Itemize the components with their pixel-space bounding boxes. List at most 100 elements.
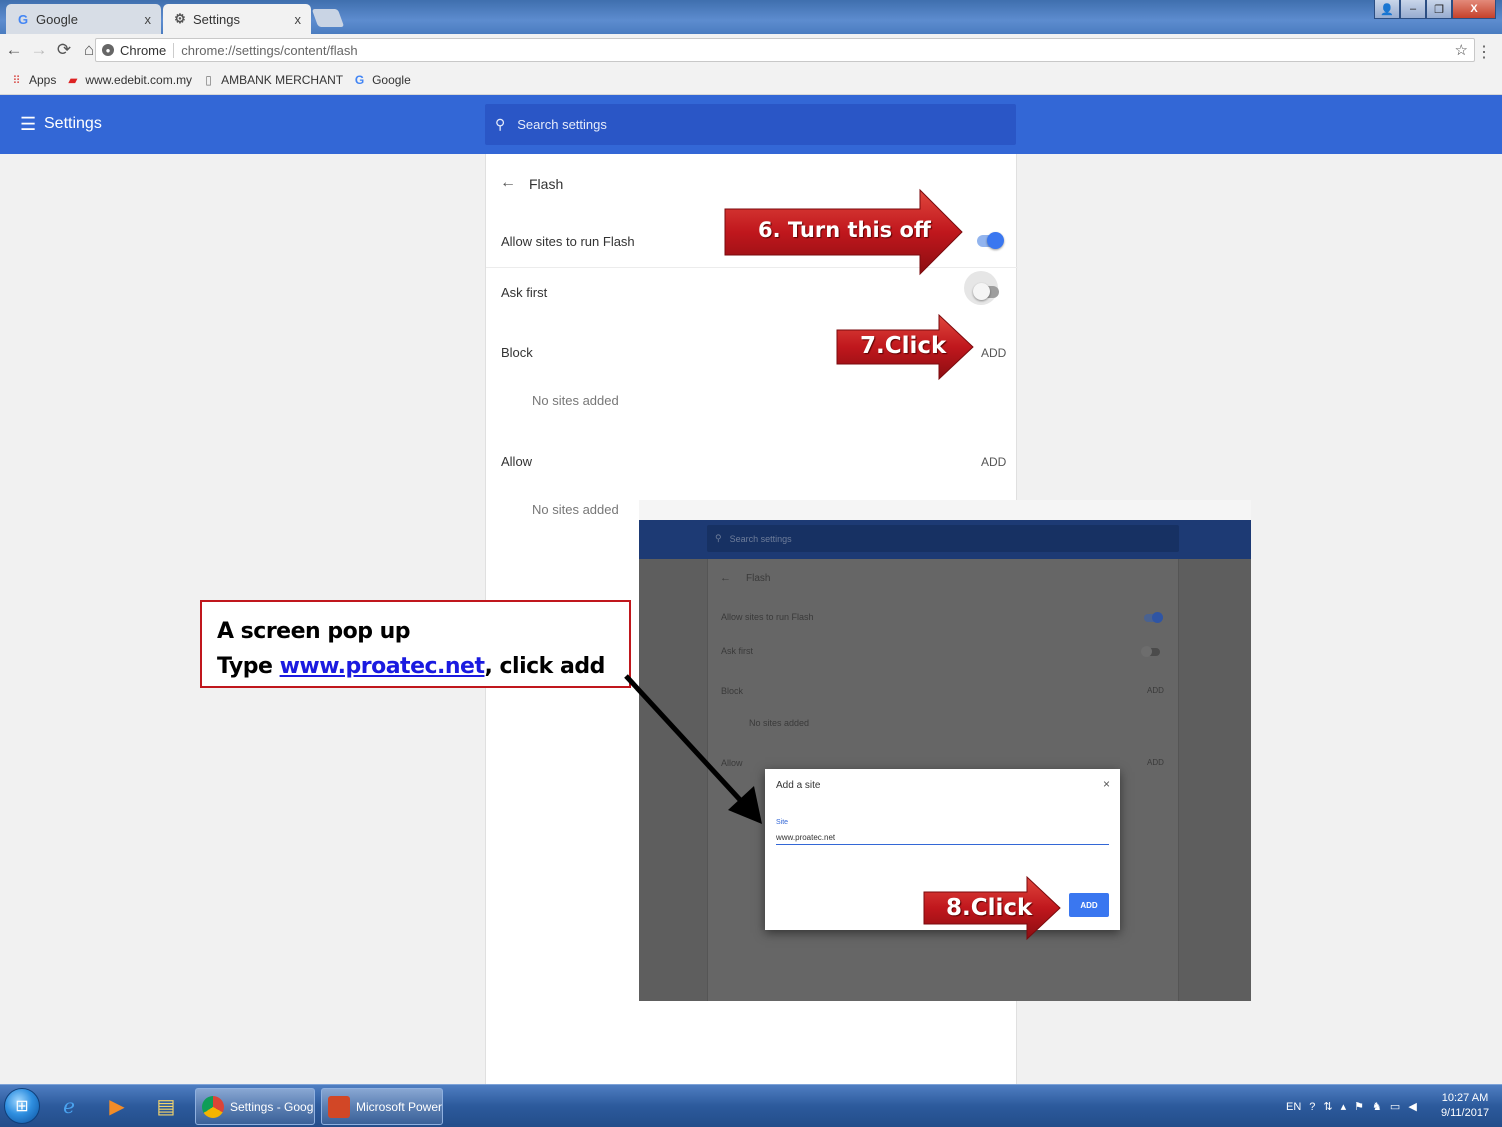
google-g-icon: G [354,73,365,87]
inset-page-title: Flash [746,573,771,584]
inset-ask-first-toggle [1141,646,1160,657]
toggle-knob [987,232,1004,249]
allow-flash-toggle[interactable] [977,232,1004,249]
allow-add-button[interactable]: ADD [981,455,1006,469]
user-icon[interactable]: 👤 [1374,0,1400,19]
back-arrow-icon: ← [720,572,731,584]
chrome-secure-icon: ● [102,44,114,56]
allow-empty-text: No sites added [532,502,619,517]
taskbar-item-powerpoint[interactable]: Microsoft PowerP... [321,1088,443,1125]
note-suffix: , click add [484,654,606,679]
forward-arrow-icon[interactable]: → [28,39,50,61]
inset-search-placeholder: Search settings [729,533,792,544]
minimize-button[interactable]: – [1400,0,1426,19]
menu-dots-icon[interactable]: ⋮ [1476,42,1492,62]
bookmark-star-icon[interactable]: ☆ [1455,41,1468,59]
taskbar-item-label: Microsoft PowerP... [356,1099,443,1114]
help-icon[interactable]: ? [1309,1101,1315,1113]
taskbar-item-label: Settings - Google ... [230,1099,314,1114]
media-player-icon[interactable]: ▶ [100,1090,134,1122]
volume-icon[interactable]: ◀ [1408,1100,1416,1113]
search-icon: ⚲ [715,533,722,543]
allow-label: Allow [501,454,533,469]
inset-allow-add: ADD [1147,758,1164,767]
window-controls: 👤 – ❐ X [1374,0,1496,20]
new-tab-button[interactable] [311,9,345,27]
block-empty-text: No sites added [532,393,619,408]
site-field-label: Site [776,819,789,826]
chrome-icon [202,1095,224,1118]
bookmarks-bar: ⠿ Apps ▰ www.edebit.com.my ▯ AMBANK MERC… [0,66,1502,95]
step8-label: 8.Click [946,895,1033,921]
apps-grid-icon: ⠿ [12,74,21,87]
search-settings-input[interactable]: ⚲ Search settings [485,104,1016,145]
window-title-bar: G Google x ⚙ Settings x 👤 – ❐ X [0,0,1502,34]
tab-google[interactable]: G Google x [6,4,161,34]
close-icon[interactable]: × [1103,777,1110,791]
instruction-note: A screen pop up Type www.proatec.net, cl… [200,600,631,688]
bookmark-google[interactable]: G Google [353,73,411,87]
inset-block-add: ADD [1147,686,1164,695]
edebit-icon: ▰ [68,73,78,87]
toggle-knob [1152,612,1163,623]
pointer-arrow [624,674,762,824]
tab-title: Google [36,11,78,27]
back-arrow-icon[interactable]: ← [3,39,25,61]
inset-allow-flash-toggle [1144,612,1163,623]
search-placeholder: Search settings [517,117,607,132]
bookmark-apps[interactable]: ⠿ Apps [10,73,56,87]
inset-ask-first-label: Ask first [721,646,754,656]
tab-title: Settings [193,11,240,27]
network-icon[interactable]: ⇅ [1323,1100,1332,1113]
address-url[interactable]: chrome://settings/content/flash [174,43,1454,58]
taskbar-clock[interactable]: 10:27 AM 9/11/2017 [1436,1091,1494,1121]
taskbar-item-chrome[interactable]: Settings - Google ... [195,1088,315,1125]
settings-title: Settings [44,115,102,132]
close-window-button[interactable]: X [1452,0,1496,19]
reload-icon[interactable]: ⟳ [53,39,75,61]
inset-settings-header: ⚲ Search settings [639,520,1251,559]
show-hidden-icons-icon[interactable]: ▴ [1341,1100,1347,1113]
ask-first-toggle[interactable] [973,283,999,300]
address-bar[interactable]: ● Chrome chrome://settings/content/flash… [95,38,1475,62]
block-label: Block [501,345,533,360]
settings-header: ☰ Settings ⚲ Search settings [0,95,1502,154]
start-button-icon[interactable]: ⊞ [4,1088,40,1124]
bookmark-label: AMBANK MERCHANT [221,73,344,87]
security-icon[interactable]: ♞ [1372,1100,1382,1113]
site-input[interactable] [776,831,1109,845]
note-link[interactable]: www.proatec.net [280,654,485,679]
search-icon: ⚲ [495,116,506,132]
back-arrow-icon[interactable]: ← [500,174,516,192]
system-tray: EN ? ⇅ ▴ ⚑ ♞ ▭ ◀ [1286,1085,1425,1127]
clock-date: 9/11/2017 [1440,1107,1490,1119]
page-icon: ▯ [205,73,212,87]
windows-taskbar: ⊞ ℯ ▶ ▤ Settings - Google ... Microsoft … [0,1084,1502,1127]
tab-settings[interactable]: ⚙ Settings x [163,4,311,34]
file-explorer-icon[interactable]: ▤ [149,1090,183,1122]
bookmark-label: www.edebit.com.my [85,73,193,87]
note-line1: A screen pop up [217,619,411,644]
note-line2: Type www.proatec.net, click add [217,649,629,684]
language-indicator[interactable]: EN [1286,1101,1301,1113]
action-center-flag-icon[interactable]: ⚑ [1354,1100,1364,1113]
dialog-title: Add a site [776,780,821,791]
tab-close-icon[interactable]: x [295,12,302,27]
clock-time: 10:27 AM [1441,1092,1489,1104]
display-icon[interactable]: ▭ [1390,1100,1400,1113]
dialog-add-button[interactable]: ADD [1069,893,1109,917]
internet-explorer-icon[interactable]: ℯ [52,1090,86,1122]
bookmark-edebit[interactable]: ▰ www.edebit.com.my [66,73,192,87]
inset-search-input: ⚲ Search settings [707,525,1179,552]
address-chip: Chrome [120,42,175,58]
hamburger-menu-icon[interactable]: ☰ [20,114,36,135]
step6-label: 6. Turn this off [758,218,931,242]
bookmark-label: Apps [29,73,57,87]
bookmark-ambank[interactable]: ▯ AMBANK MERCHANT [202,73,343,87]
block-add-button[interactable]: ADD [981,346,1006,360]
tab-close-icon[interactable]: x [145,12,152,27]
bookmark-label: Google [372,73,411,87]
maximize-button[interactable]: ❐ [1426,0,1452,19]
browser-toolbar: ← → ⟳ ⌂ ● Chrome chrome://settings/conte… [0,34,1502,66]
powerpoint-icon [328,1095,350,1118]
